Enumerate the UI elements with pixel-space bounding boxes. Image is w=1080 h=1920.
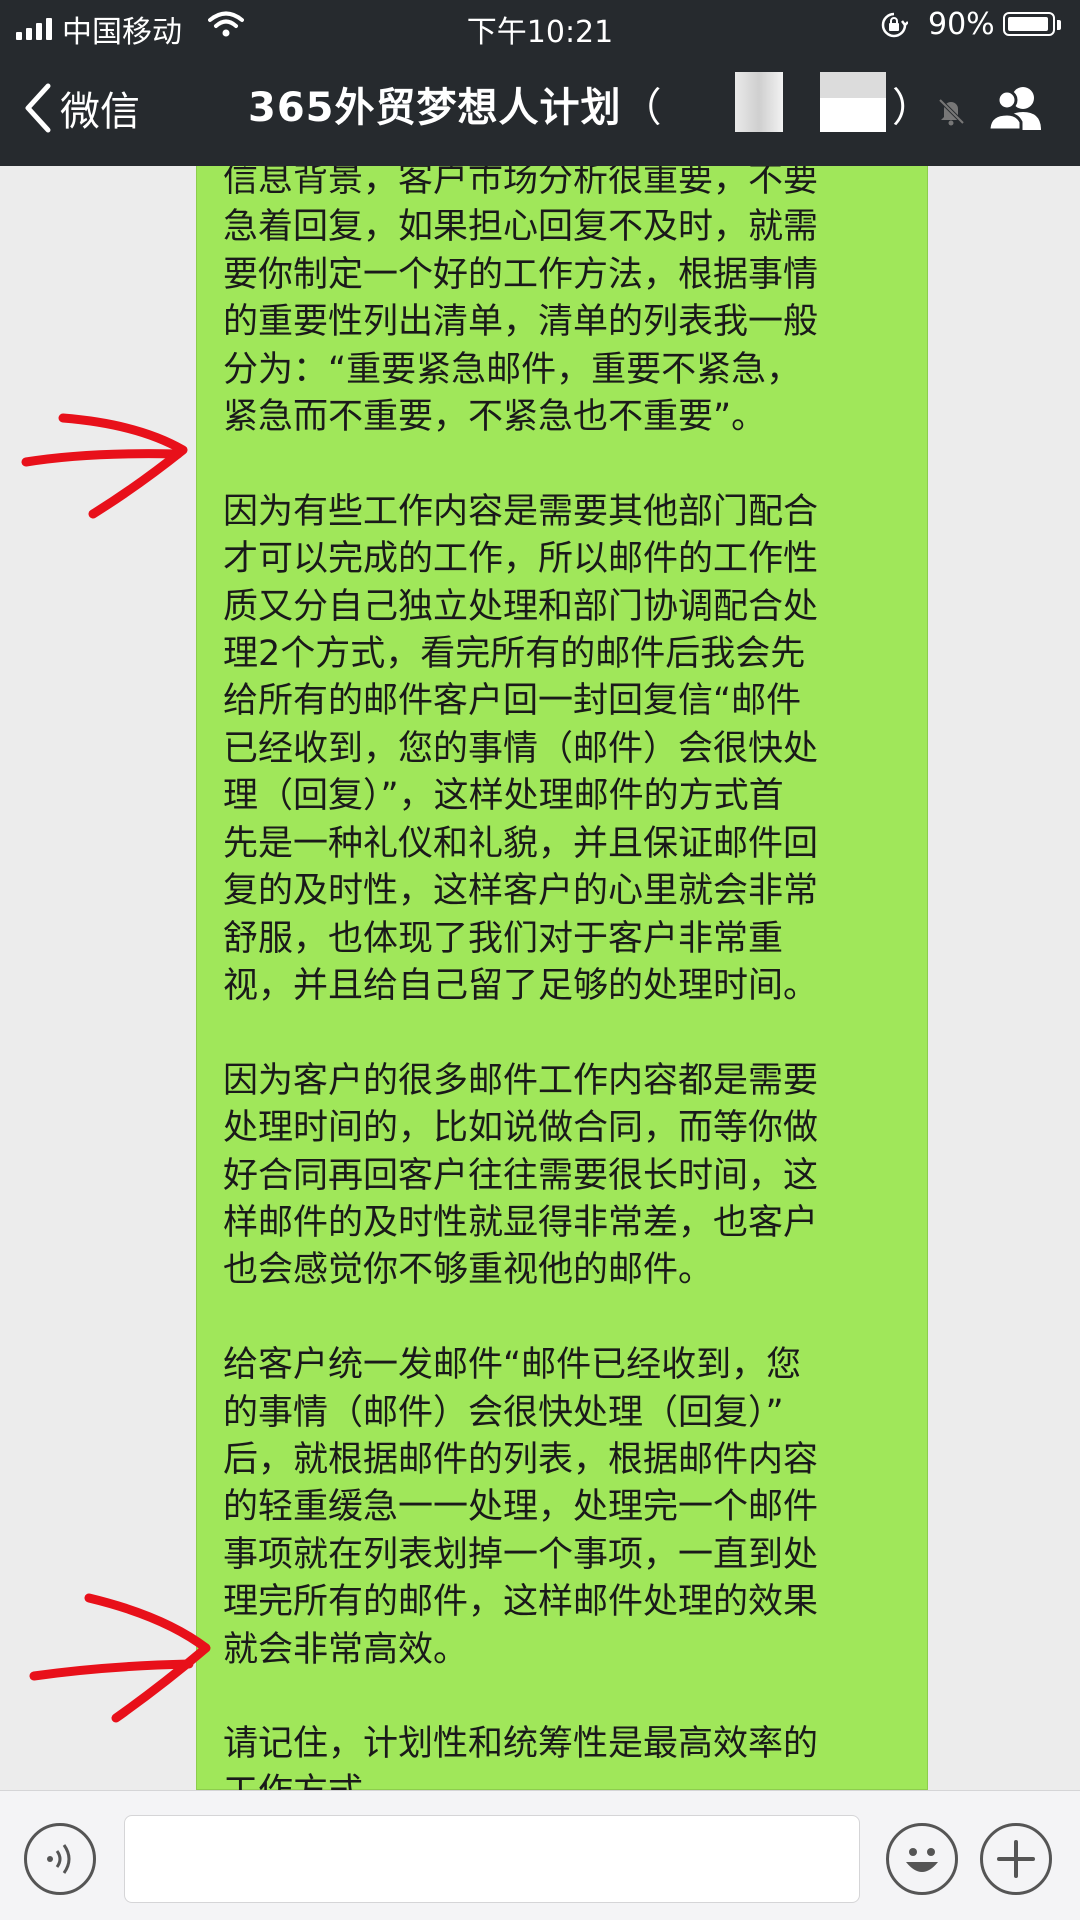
message-text: 信息背景，客户市场分析很重要，不要 急着回复，如果担心回复不及时，就需 要你制定… [223,166,819,1790]
orientation-lock-icon [881,12,908,38]
back-button[interactable]: 微信 [22,82,140,135]
title-paren-open: （ [621,85,663,131]
more-button[interactable] [980,1823,1052,1895]
redacted-region [735,72,783,132]
title-paren-close: ） [892,85,932,131]
message-bubble[interactable]: 信息背景，客户市场分析很重要，不要 急着回复，如果担心回复不及时，就需 要你制定… [196,166,928,1790]
clock: 下午10:21 [466,15,614,50]
voice-button[interactable] [24,1823,96,1895]
redacted-region [820,72,886,98]
battery-percentage: 90% [928,7,995,42]
group-members-icon[interactable] [985,82,1049,134]
back-label: 微信 [60,89,140,135]
message-input[interactable] [124,1815,860,1903]
red-arrow-annotation [21,413,188,519]
emoji-icon [906,1848,938,1872]
chat-title: 365外贸梦想人计划（ [248,82,663,134]
mute-icon [938,98,965,126]
emoji-button[interactable] [886,1823,958,1895]
voice-icon [47,1844,71,1874]
top-bar: 中国移动 下午10:21 90% 微信 365外贸梦想人计划（ ） [0,0,1080,166]
red-arrow-annotation [29,1593,211,1723]
back-chevron-icon [25,83,51,133]
plus-icon [997,1840,1035,1878]
battery-icon [1003,12,1061,36]
input-bar [0,1790,1080,1920]
status-bar: 中国移动 下午10:21 90% [0,0,1080,52]
chat-title-text: 365外贸梦想人计划 [248,85,622,131]
chat-area[interactable]: 信息背景，客户市场分析很重要，不要 急着回复，如果担心回复不及时，就需 要你制定… [0,166,1080,1790]
